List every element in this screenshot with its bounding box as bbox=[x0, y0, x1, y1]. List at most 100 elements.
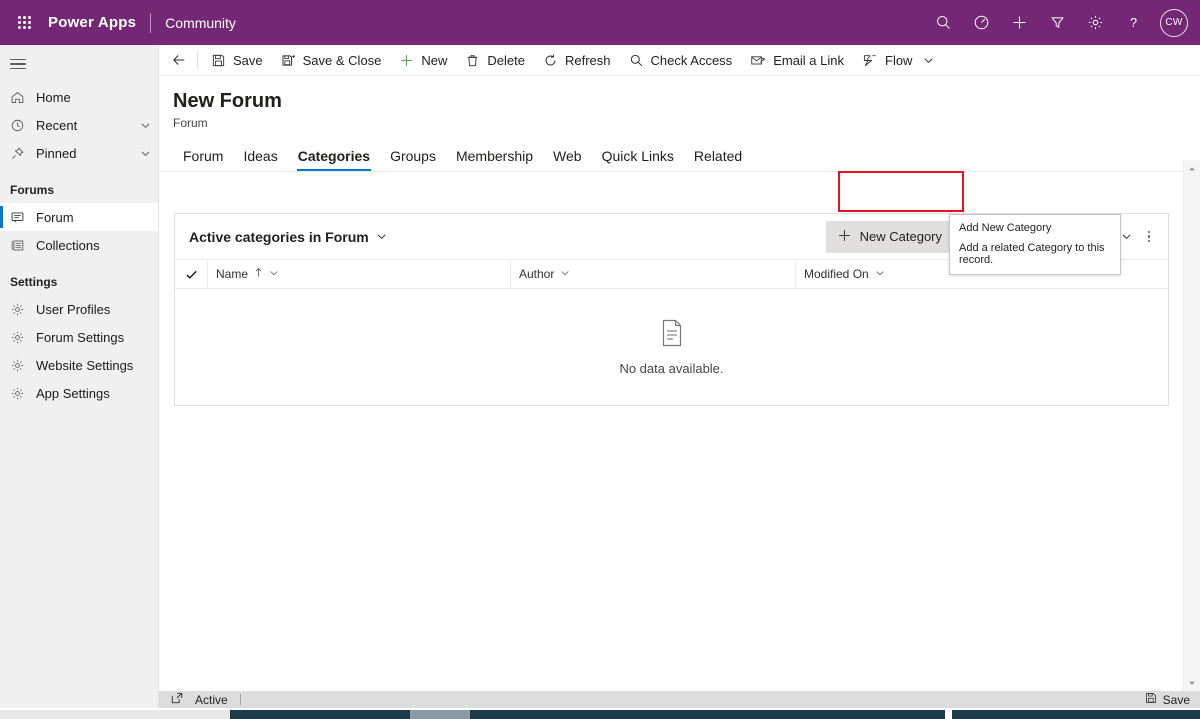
chevron-down-icon[interactable] bbox=[132, 148, 158, 159]
refresh-button[interactable]: Refresh bbox=[534, 45, 620, 75]
site-map-toggle-icon[interactable] bbox=[0, 45, 158, 83]
check-access-button[interactable]: Check Access bbox=[620, 45, 742, 75]
page-title: New Forum bbox=[173, 90, 282, 112]
sidebar-item-pinned[interactable]: Pinned bbox=[0, 139, 158, 167]
column-header-author[interactable]: Author bbox=[510, 259, 795, 289]
empty-document-icon bbox=[660, 319, 684, 352]
clock-icon bbox=[10, 118, 36, 133]
subgrid-empty-state: No data available. bbox=[175, 289, 1168, 405]
tab-categories[interactable]: Categories bbox=[288, 140, 380, 171]
scroll-up-arrow-icon[interactable] bbox=[1184, 160, 1200, 177]
view-selector[interactable]: Active categories in Forum bbox=[189, 229, 387, 245]
status-bar-left: Active bbox=[171, 692, 241, 707]
sidebar-item-home[interactable]: Home bbox=[0, 83, 158, 111]
save-icon bbox=[1145, 692, 1157, 707]
status-badge: Active bbox=[195, 692, 228, 707]
filter-icon[interactable] bbox=[1038, 0, 1076, 45]
refresh-button-label: Refresh bbox=[565, 52, 611, 68]
delete-button-label: Delete bbox=[487, 52, 525, 68]
sidebar-item-website-settings[interactable]: Website Settings bbox=[0, 351, 158, 379]
sidebar-item-forum[interactable]: Forum bbox=[0, 203, 158, 231]
save-close-icon bbox=[281, 53, 296, 68]
flow-button-label: Flow bbox=[885, 52, 913, 68]
app-launcher-waffle-icon[interactable] bbox=[0, 16, 48, 29]
tab-membership[interactable]: Membership bbox=[446, 140, 543, 171]
record-header: New Forum Forum bbox=[159, 76, 1200, 130]
chevron-down-icon[interactable] bbox=[269, 267, 279, 281]
select-all-checkmark-icon[interactable] bbox=[175, 268, 207, 281]
subgrid-more-commands-icon[interactable] bbox=[1136, 221, 1162, 253]
status-bar-save-button[interactable]: Save bbox=[1145, 692, 1190, 707]
gear-icon bbox=[10, 386, 36, 401]
save-and-close-button[interactable]: Save & Close bbox=[272, 45, 391, 75]
vertical-scrollbar[interactable] bbox=[1183, 160, 1200, 691]
save-button[interactable]: Save bbox=[202, 45, 272, 75]
tab-ideas[interactable]: Ideas bbox=[233, 140, 287, 171]
chevron-down-icon[interactable] bbox=[875, 267, 885, 281]
sidebar-item-label: Collections bbox=[36, 237, 100, 253]
tab-quick-links[interactable]: Quick Links bbox=[592, 140, 684, 171]
diagnostics-icon[interactable] bbox=[962, 0, 1000, 45]
horizontal-scrollbar-thumb[interactable] bbox=[410, 710, 470, 719]
new-button[interactable]: New bbox=[390, 45, 456, 75]
svg-text:?: ? bbox=[1129, 15, 1136, 30]
sidebar-item-label: User Profiles bbox=[36, 301, 111, 317]
plus-icon bbox=[837, 228, 852, 246]
sidebar-item-user-profiles[interactable]: User Profiles bbox=[0, 295, 158, 323]
sidebar-item-app-settings[interactable]: App Settings bbox=[0, 379, 158, 407]
sidebar-item-label: Forum Settings bbox=[36, 329, 125, 345]
app-name-label[interactable]: Community bbox=[151, 15, 236, 31]
email-a-link-label: Email a Link bbox=[773, 52, 844, 68]
horizontal-scrollbar-track[interactable] bbox=[230, 710, 945, 719]
chevron-down-icon[interactable] bbox=[132, 120, 158, 131]
status-bar-divider bbox=[239, 694, 241, 705]
record-entity-label: Forum bbox=[173, 116, 208, 130]
tab-forum[interactable]: Forum bbox=[173, 140, 233, 171]
top-navigation-bar: Power Apps Community ? CW bbox=[0, 0, 1200, 45]
gear-icon bbox=[10, 330, 36, 345]
sidebar-group-forums-title: Forums bbox=[10, 183, 55, 197]
flow-button[interactable]: Flow bbox=[853, 45, 921, 75]
tab-related[interactable]: Related bbox=[684, 140, 752, 171]
brand-label[interactable]: Power Apps bbox=[48, 14, 150, 31]
flow-icon bbox=[862, 53, 878, 68]
tooltip-title: Add New Category bbox=[959, 222, 1052, 234]
bottom-chrome-left bbox=[0, 710, 230, 719]
sidebar-item-forum-settings[interactable]: Forum Settings bbox=[0, 323, 158, 351]
column-header-name[interactable]: Name bbox=[207, 259, 510, 289]
email-a-link-button[interactable]: Email a Link bbox=[741, 45, 853, 75]
back-arrow-icon[interactable] bbox=[165, 45, 193, 75]
user-avatar[interactable]: CW bbox=[1160, 8, 1188, 37]
sidebar-item-label: Recent bbox=[36, 117, 78, 133]
new-category-button[interactable]: New Category bbox=[825, 220, 954, 253]
search-icon[interactable] bbox=[924, 0, 962, 45]
pop-out-icon[interactable] bbox=[171, 692, 183, 707]
tab-web[interactable]: Web bbox=[543, 140, 592, 171]
tooltip-description: Add a related Category to this record. bbox=[959, 242, 1105, 266]
delete-button[interactable]: Delete bbox=[456, 45, 534, 75]
flow-chevron-down-icon[interactable] bbox=[921, 45, 939, 75]
plus-icon bbox=[399, 53, 414, 68]
add-icon[interactable] bbox=[1000, 0, 1038, 45]
sidebar-item-label: Forum bbox=[36, 209, 74, 225]
save-button-label: Save bbox=[233, 52, 263, 68]
column-header-label: Author bbox=[519, 267, 555, 281]
tab-groups[interactable]: Groups bbox=[380, 140, 446, 171]
bottom-chrome-right bbox=[952, 710, 1200, 719]
check-access-label: Check Access bbox=[650, 52, 733, 68]
form-status-bar: Active Save bbox=[159, 691, 1200, 708]
sidebar-item-recent[interactable]: Recent bbox=[0, 111, 158, 139]
top-bar-actions: ? CW bbox=[924, 0, 1200, 45]
new-category-tooltip: Add New Category Add a related Category … bbox=[949, 214, 1121, 275]
sidebar-item-collections[interactable]: Collections bbox=[0, 231, 158, 259]
scroll-down-arrow-icon[interactable] bbox=[1184, 674, 1200, 691]
chevron-down-icon[interactable] bbox=[560, 267, 570, 281]
trash-icon bbox=[465, 53, 480, 68]
gear-icon bbox=[10, 302, 36, 317]
column-header-label: Name bbox=[216, 267, 249, 281]
bottom-chrome-strip bbox=[0, 708, 1200, 719]
save-and-close-label: Save & Close bbox=[302, 52, 382, 68]
view-selector-label: Active categories in Forum bbox=[189, 228, 369, 245]
settings-gear-icon[interactable] bbox=[1076, 0, 1114, 45]
help-icon[interactable]: ? bbox=[1114, 0, 1152, 45]
